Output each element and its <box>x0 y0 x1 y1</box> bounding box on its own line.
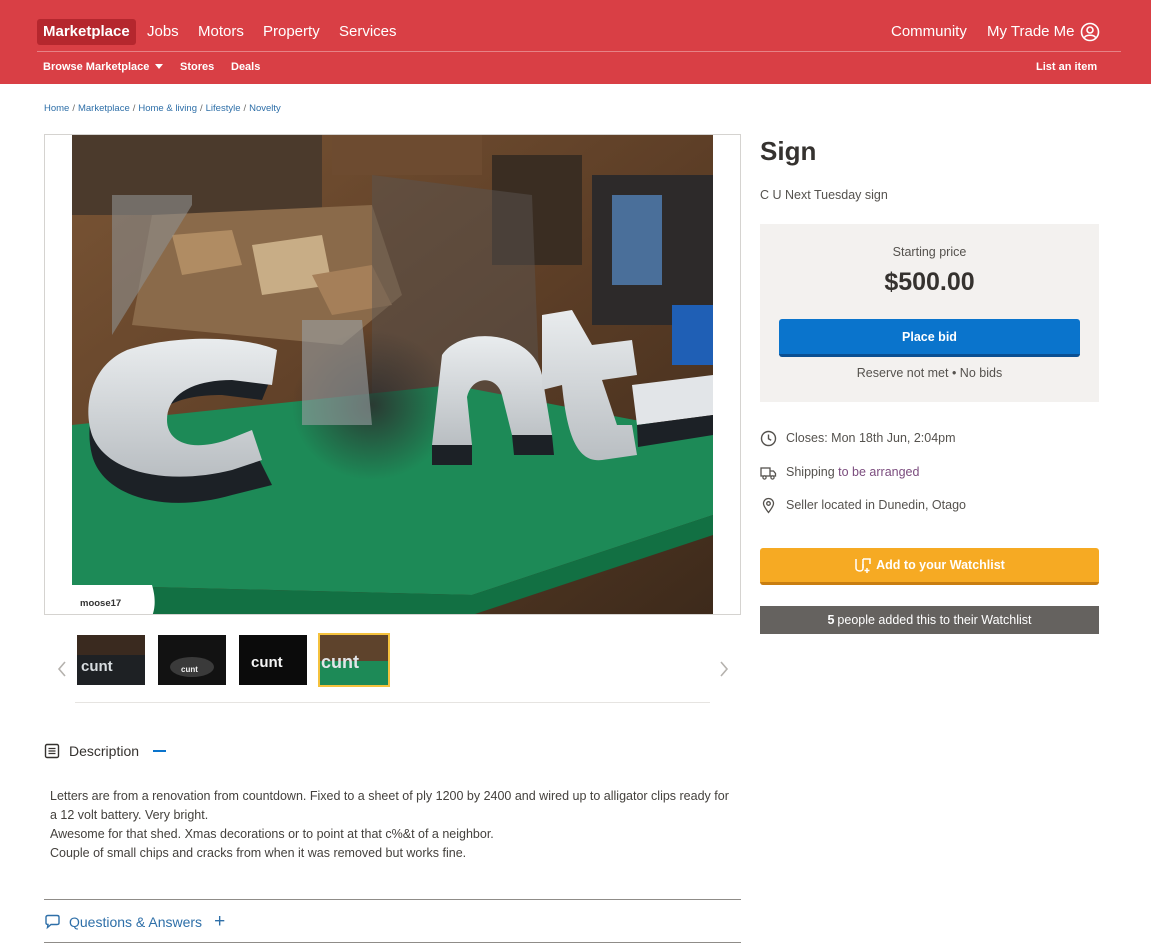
nav-services[interactable]: Services <box>339 19 397 45</box>
closing-time-row: Closes: Mon 18th Jun, 2:04pm <box>760 428 956 448</box>
description-toggle[interactable]: Description <box>44 741 167 761</box>
thumbnail-4-selected[interactable]: cunt <box>318 633 390 687</box>
breadcrumb-lifestyle[interactable]: Lifestyle <box>206 103 241 114</box>
document-icon <box>44 743 60 759</box>
shipping-row: Shipping to be arranged <box>760 462 919 482</box>
closing-time-text: Closes: Mon 18th Jun, 2:04pm <box>786 431 956 445</box>
primary-nav: Marketplace Jobs Motors Property Service… <box>37 19 1121 45</box>
breadcrumb-marketplace[interactable]: Marketplace <box>78 103 130 114</box>
nav-deals[interactable]: Deals <box>231 60 260 74</box>
breadcrumb-novelty[interactable]: Novelty <box>249 103 281 114</box>
watchlist-count: 5 <box>827 613 835 627</box>
price-label: Starting price <box>892 245 967 259</box>
watchlist-count-banner: 5 people added this to their Watchlist <box>760 606 1099 634</box>
list-an-item-link[interactable]: List an item <box>1036 60 1097 74</box>
chevron-right-icon[interactable] <box>714 654 734 684</box>
questions-answers-heading: Questions & Answers <box>69 914 203 930</box>
photo-watermark: moose17 <box>80 598 121 609</box>
listing-title: Sign <box>760 136 817 166</box>
delivery-truck-icon <box>760 466 777 480</box>
collapse-minus-icon <box>153 750 167 752</box>
description-line: Letters are from a renovation from count… <box>50 789 729 822</box>
svg-text:cunt: cunt <box>321 652 359 672</box>
browse-marketplace-label: Browse Marketplace <box>43 61 150 73</box>
thumbnail-2[interactable]: cunt <box>158 635 226 685</box>
location-text: Seller located in Dunedin, Otago <box>786 498 966 512</box>
clock-icon <box>760 430 777 446</box>
listing-subtitle: C U Next Tuesday sign <box>760 188 888 202</box>
description-line: Couple of small chips and cracks from wh… <box>50 846 467 860</box>
expand-plus-icon: + <box>214 911 226 932</box>
breadcrumb-home-living[interactable]: Home & living <box>138 103 197 114</box>
questions-answers-toggle[interactable]: Questions & Answers + <box>44 912 225 932</box>
thumbnail-3[interactable]: cunt <box>239 635 307 685</box>
location-row: Seller located in Dunedin, Otago <box>760 495 966 515</box>
main-photo-frame[interactable]: moose17 <box>44 134 741 615</box>
add-to-watchlist-button[interactable]: Add to your Watchlist <box>760 548 1099 585</box>
chevron-down-icon <box>155 64 164 69</box>
svg-text:cunt: cunt <box>81 658 113 675</box>
nav-marketplace[interactable]: Marketplace <box>37 19 136 45</box>
chat-bubble-icon <box>45 914 60 930</box>
user-account-icon[interactable] <box>1080 22 1100 42</box>
site-header: Marketplace Jobs Motors Property Service… <box>0 0 1151 84</box>
price-panel: Starting price $500.00 Place bid Reserve… <box>760 224 1099 402</box>
location-pin-icon <box>762 497 775 514</box>
nav-stores[interactable]: Stores <box>180 60 214 74</box>
place-bid-button[interactable]: Place bid <box>779 319 1080 357</box>
description-body: Letters are from a renovation from count… <box>50 787 730 863</box>
browse-marketplace-menu[interactable]: Browse Marketplace <box>43 60 164 74</box>
svg-text:cunt: cunt <box>181 665 198 674</box>
description-line: Awesome for that shed. Xmas decorations … <box>50 827 494 841</box>
nav-divider <box>37 51 1121 52</box>
breadcrumb: Home / Marketplace / Home & living / Lifestyle… <box>44 103 281 114</box>
reserve-status: Reserve not met • No bids <box>856 366 1003 380</box>
qa-divider-top <box>44 899 741 900</box>
nav-jobs[interactable]: Jobs <box>147 19 179 45</box>
breadcrumb-home[interactable]: Home <box>44 103 69 114</box>
nav-property[interactable]: Property <box>263 19 320 45</box>
svg-text:cunt: cunt <box>251 654 283 671</box>
qa-divider-bottom <box>44 942 741 943</box>
nav-my-trade-me[interactable]: My Trade Me <box>987 19 1075 45</box>
watchlist-binoculars-icon <box>855 558 871 573</box>
thumbnail-divider <box>75 702 710 703</box>
shipping-link[interactable]: to be arranged <box>838 465 919 479</box>
description-heading: Description <box>69 743 140 759</box>
watchlist-count-text: people added this to their Watchlist <box>837 613 1032 627</box>
price-value: $500.00 <box>884 268 975 296</box>
nav-motors[interactable]: Motors <box>198 19 244 45</box>
watchlist-button-label: Add to your Watchlist <box>876 558 1005 572</box>
shipping-label: Shipping <box>786 465 835 479</box>
nav-community[interactable]: Community <box>891 19 967 45</box>
thumbnail-carousel: cunt cunt cunt cunt <box>44 630 741 702</box>
listing-photo: moose17 <box>72 135 713 614</box>
chevron-left-icon[interactable] <box>52 654 72 684</box>
thumbnail-1[interactable]: cunt <box>77 635 145 685</box>
